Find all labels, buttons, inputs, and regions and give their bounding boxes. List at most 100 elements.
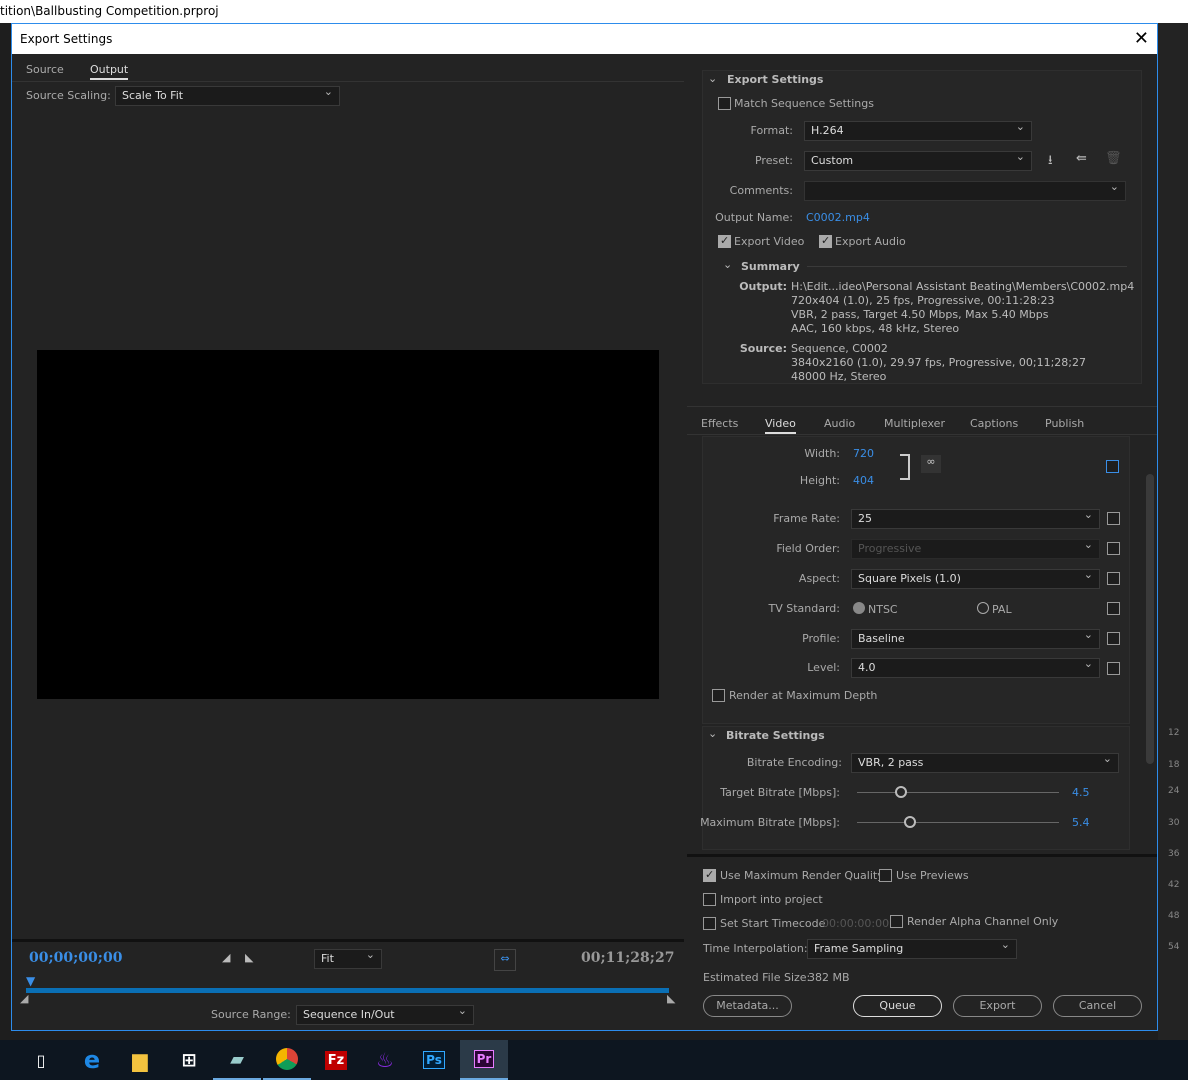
timecode-current[interactable]: 00;00;00;00 [29,950,122,966]
tv-standard-checkbox[interactable] [1107,602,1120,615]
match-source-checkbox[interactable] [1106,460,1119,473]
max-quality-checkbox[interactable] [703,868,716,882]
export-button[interactable]: Export [953,995,1042,1017]
tab-video[interactable]: Video [765,417,796,434]
settings-panel: ⌄ Export Settings Match Sequence Setting… [687,54,1157,1030]
profile-checkbox[interactable] [1107,632,1120,645]
preset-dropdown[interactable]: Custom [804,150,1032,171]
edge-icon[interactable]: e [68,1040,116,1080]
tab-source[interactable]: Source [26,63,64,76]
scrollbar[interactable] [1146,474,1154,764]
timecode-duration: 00;11;28;27 [581,950,675,966]
source-range-dropdown[interactable]: Sequence In/Out [296,1004,474,1025]
target-bitrate-handle[interactable] [895,786,907,798]
target-bitrate-value[interactable]: 4.5 [1072,786,1090,799]
width-value[interactable]: 720 [853,447,874,460]
format-label: Format: [750,124,793,137]
tab-effects[interactable]: Effects [701,417,738,430]
file-size-label: Estimated File Size: [703,971,811,984]
store-icon[interactable]: ⊞ [165,1040,213,1080]
mark-in-icon[interactable]: ◢ [222,951,230,964]
max-bitrate-slider[interactable] [857,822,1059,823]
time-interpolation-label: Time Interpolation: [703,942,808,955]
time-interpolation-dropdown[interactable]: Frame Sampling [807,938,1017,959]
max-depth-label: Render at Maximum Depth [729,689,878,702]
import-preset-icon[interactable]: ⇚ [1076,151,1087,166]
chevron-down-icon[interactable]: ⌄ [723,258,732,271]
preview-panel: Source Output Source Scaling: Scale To F… [12,54,684,1030]
field-order-checkbox[interactable] [1107,542,1120,555]
max-bitrate-handle[interactable] [904,816,916,828]
notepad-icon[interactable]: ▰ [213,1040,261,1080]
link-icon[interactable]: ∞ [921,455,941,473]
close-icon[interactable]: ✕ [1134,28,1149,49]
chrome-icon[interactable] [263,1040,311,1080]
photoshop-icon[interactable]: Ps [410,1040,458,1080]
zoom-dropdown[interactable]: Fit [314,948,382,969]
export-audio-checkbox[interactable] [819,234,832,248]
queue-button[interactable]: Queue [853,995,942,1017]
profile-label: Profile: [802,632,840,645]
profile-dropdown[interactable]: Baseline [851,628,1100,649]
tab-audio[interactable]: Audio [824,417,855,430]
timeline-bar[interactable] [26,988,669,993]
ruler-number: 48 [1168,911,1180,921]
export-video-checkbox[interactable] [718,234,731,248]
max-quality-label: Use Maximum Render Quality [720,869,884,882]
import-checkbox[interactable] [703,893,716,906]
frame-rate-checkbox[interactable] [1107,512,1120,525]
file-size-value: 382 MB [808,971,850,984]
frame-rate-dropdown[interactable]: 25 [851,508,1100,529]
chevron-down-icon[interactable]: ⌄ [708,727,717,740]
tab-captions[interactable]: Captions [970,417,1018,430]
dialog-title: Export Settings [12,24,1157,54]
aspect-checkbox[interactable] [1107,572,1120,585]
tab-publish[interactable]: Publish [1045,417,1084,430]
height-value[interactable]: 404 [853,474,874,487]
delete-preset-icon[interactable]: 🗑 [1105,151,1122,166]
use-previews-checkbox[interactable] [879,869,892,882]
filezilla-icon[interactable]: Fz [312,1040,360,1080]
max-depth-checkbox[interactable] [712,689,725,702]
output-name-link[interactable]: C0002.mp4 [806,211,870,224]
out-point-icon[interactable]: ◣ [667,992,675,1005]
ruler-number: 18 [1168,760,1180,770]
playhead-icon[interactable]: ▼ [26,974,35,988]
preset-label: Preset: [754,154,793,167]
chevron-down-icon[interactable]: ⌄ [708,72,717,85]
task-view-icon[interactable]: ▯ [17,1040,65,1080]
target-bitrate-slider[interactable] [857,792,1059,793]
in-point-icon[interactable]: ◢ [20,992,28,1005]
level-dropdown[interactable]: 4.0 [851,657,1100,678]
source-scaling-dropdown[interactable]: Scale To Fit [115,85,340,106]
source-range-label: Source Range: [211,1008,291,1021]
aspect-dropdown[interactable]: Square Pixels (1.0) [851,568,1100,589]
tab-multiplexer[interactable]: Multiplexer [884,417,945,430]
export-settings-dialog: Export Settings ✕ Source Output Source S… [11,23,1158,1031]
bitrate-encoding-label: Bitrate Encoding: [746,756,842,769]
pal-label: PAL [992,603,1012,616]
app-icon[interactable]: ♨ [361,1040,409,1080]
field-order-dropdown[interactable]: Progressive [851,538,1100,559]
level-checkbox[interactable] [1107,662,1120,675]
max-bitrate-value[interactable]: 5.4 [1072,816,1090,829]
save-preset-icon[interactable]: ⭳ [1048,151,1053,173]
ntsc-radio[interactable] [853,602,865,614]
alpha-checkbox[interactable] [890,915,903,928]
output-name-label: Output Name: [715,211,793,224]
start-timecode-checkbox[interactable] [703,917,716,930]
video-preview [37,350,659,699]
file-explorer-icon[interactable]: ▆ [116,1040,164,1080]
pal-radio[interactable] [977,602,989,614]
premiere-icon[interactable]: Pr [460,1040,508,1080]
bitrate-encoding-dropdown[interactable]: VBR, 2 pass [851,752,1119,773]
format-dropdown[interactable]: H.264 [804,120,1032,141]
mark-out-icon[interactable]: ◣ [245,951,253,964]
aspect-toggle-icon[interactable]: ⇔ [494,949,516,971]
match-sequence-checkbox[interactable] [718,97,731,110]
metadata-button[interactable]: Metadata... [703,995,792,1017]
cancel-button[interactable]: Cancel [1053,995,1142,1017]
comments-input[interactable] [804,180,1126,201]
tab-output[interactable]: Output [90,63,129,80]
alpha-label: Render Alpha Channel Only [907,915,1059,928]
